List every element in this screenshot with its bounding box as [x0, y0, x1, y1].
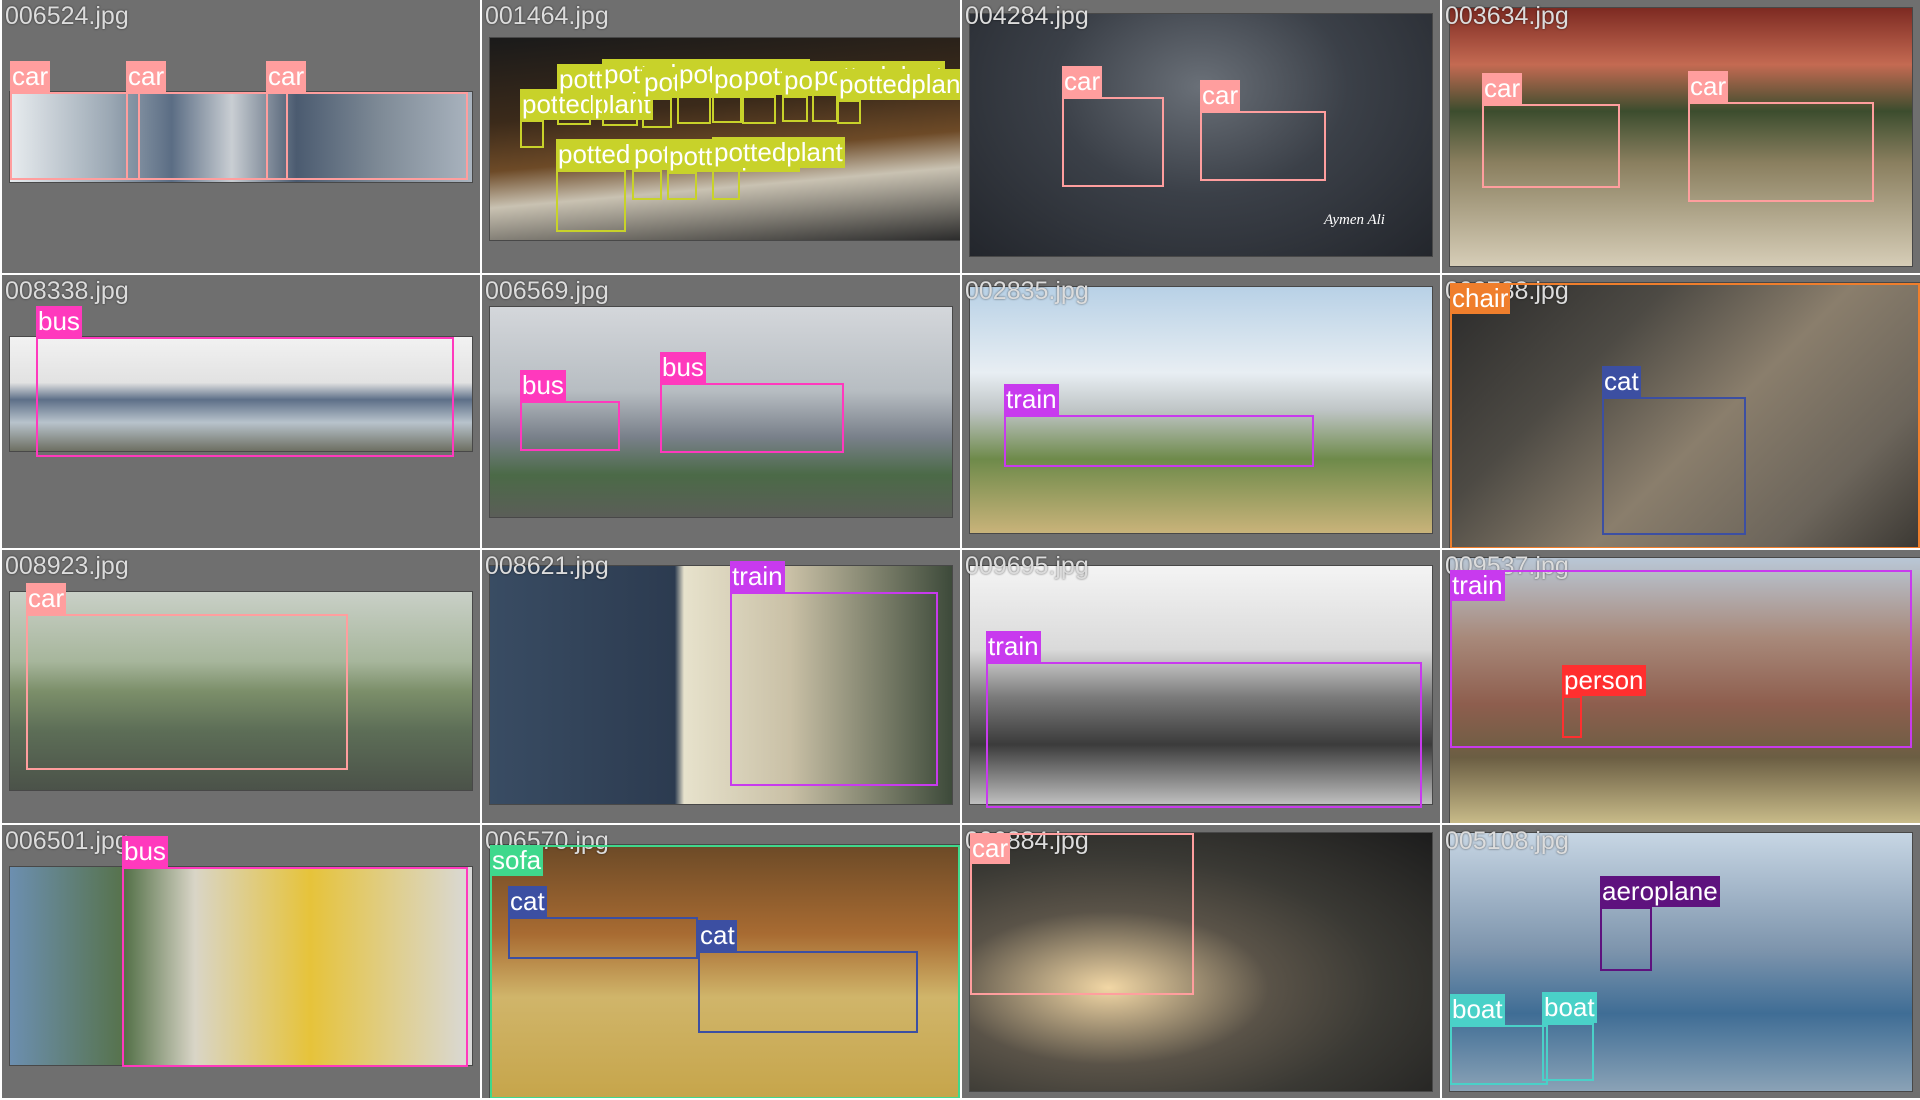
- class-label: aeroplane: [1600, 876, 1720, 907]
- class-label: train: [1450, 570, 1505, 601]
- result-tile: 005108.jpg aeroplane boat boat: [1442, 825, 1920, 1098]
- class-label: car: [126, 61, 167, 92]
- bounding-box-person: person: [1562, 665, 1646, 738]
- class-label: car: [1482, 73, 1523, 104]
- class-label: car: [26, 583, 67, 614]
- bounding-box-car: car: [1200, 80, 1326, 181]
- image-filename: 003634.jpg: [1445, 2, 1569, 30]
- class-label: chair: [1450, 283, 1511, 314]
- class-label: person: [1562, 665, 1646, 696]
- class-label: car: [1062, 66, 1103, 97]
- bounding-box-pottedplant: pottedplant: [602, 59, 735, 126]
- image-filename: 001464.jpg: [485, 2, 609, 30]
- result-tile: 006884.jpg car: [962, 825, 1440, 1098]
- bounding-box-cat: cat: [1602, 366, 1746, 535]
- bounding-box-cat: cat: [698, 920, 918, 1033]
- bounding-box-car: car: [26, 583, 348, 770]
- result-tile: 003634.jpg car car: [1442, 0, 1920, 273]
- bounding-box-bus: bus: [36, 306, 454, 457]
- image-filename: 005108.jpg: [1445, 827, 1569, 855]
- bounding-box-pottedplant: pottedplant: [837, 69, 960, 124]
- image-filename: 006524.jpg: [5, 2, 129, 30]
- class-label: boat: [1450, 994, 1505, 1025]
- result-tile: 008338.jpg bus: [2, 275, 480, 548]
- class-label: car: [1688, 71, 1729, 102]
- bounding-box-car: car: [970, 833, 1194, 995]
- image-filename: 008923.jpg: [5, 552, 129, 580]
- bounding-box-bus: bus: [520, 370, 620, 451]
- bounding-box-train: train: [986, 631, 1422, 808]
- bounding-box-train: train: [1450, 570, 1912, 748]
- result-tile: 001464.jpg pottedplant pottedplant pottedpl…: [482, 0, 960, 273]
- bounding-box-car: car: [10, 61, 140, 180]
- bounding-box-pottedplant: pottedplant: [712, 64, 845, 123]
- class-label: pottedplant: [712, 137, 845, 168]
- bounding-box-cat: cat: [508, 886, 698, 959]
- image-filename: 009695.jpg: [965, 552, 1089, 580]
- class-label: pottedplant: [837, 69, 960, 100]
- bounding-box-car: car: [1482, 73, 1620, 188]
- result-tile: 006569.jpg bus bus: [482, 275, 960, 548]
- class-label: train: [730, 561, 785, 592]
- bounding-box-pottedplant: pottedplant: [520, 89, 653, 148]
- result-tile: 009537.jpg train person: [1442, 550, 1920, 823]
- class-label: train: [1004, 384, 1059, 415]
- class-label: car: [970, 833, 1011, 864]
- result-tile: 003788.jpgchaircat: [1442, 275, 1920, 548]
- result-tile: 008621.jpg train: [482, 550, 960, 823]
- image-filename: 002835.jpg: [965, 277, 1089, 305]
- result-tile: 009695.jpg train: [962, 550, 1440, 823]
- bounding-box-pottedplant: pottedplant: [742, 61, 875, 124]
- class-label: bus: [520, 370, 566, 401]
- result-tile: 006524.jpg car car car: [2, 0, 480, 273]
- class-label: car: [10, 61, 51, 92]
- bounding-box-pottedplant: pottedplant: [632, 139, 765, 200]
- bounding-box-pottedplant: pottedplant: [556, 139, 689, 232]
- class-label: bus: [660, 352, 706, 383]
- bounding-box-aeroplane: aeroplane: [1600, 876, 1720, 971]
- class-label: sofa: [490, 845, 544, 876]
- image-filename: 008338.jpg: [5, 277, 129, 305]
- bounding-box-pottedplant: pottedplant: [812, 61, 945, 122]
- class-label: car: [266, 61, 307, 92]
- class-label: bus: [36, 306, 82, 337]
- result-tile: Aymen Ali 004284.jpg car car: [962, 0, 1440, 273]
- class-label: train: [986, 631, 1041, 662]
- class-label: boat: [1542, 992, 1597, 1023]
- result-tile: 006501.jpg bus: [2, 825, 480, 1098]
- bounding-box-pottedplant: pottedplant: [712, 137, 845, 200]
- result-tile: 006570.jpg sofa cat cat: [482, 825, 960, 1098]
- watermark-signature: Aymen Ali: [1324, 212, 1385, 228]
- bounding-box-car: car: [126, 61, 288, 180]
- bounding-box-train: train: [1004, 384, 1314, 467]
- bounding-box-bus: bus: [660, 352, 844, 453]
- result-tile: 008923.jpg car: [2, 550, 480, 823]
- image-filename: 006569.jpg: [485, 277, 609, 305]
- bounding-box-pottedplant: pottedplant: [642, 67, 775, 128]
- image-filename: 006501.jpg: [5, 827, 129, 855]
- class-label: cat: [698, 920, 737, 951]
- bounding-box-pottedplant: pottedplant: [667, 141, 800, 200]
- bounding-box-car: car: [1688, 71, 1874, 202]
- class-label: cat: [508, 886, 547, 917]
- detection-results-grid: 006524.jpg car car car 001464.jpg pottedplant…: [0, 0, 1920, 1100]
- bounding-box-bus: bus: [122, 836, 468, 1067]
- bounding-box-pottedplant: pottedplant: [782, 65, 915, 122]
- class-label: car: [1200, 80, 1241, 111]
- bounding-box-car: car: [1062, 66, 1164, 187]
- class-label: bus: [122, 836, 168, 867]
- image-filename: 008621.jpg: [485, 552, 609, 580]
- bounding-box-boat: boat: [1450, 994, 1548, 1085]
- result-tile: 002835.jpg train: [962, 275, 1440, 548]
- class-label: cat: [1602, 366, 1641, 397]
- bounding-box-pottedplant: pottedplant: [677, 59, 810, 124]
- bounding-box-train: train: [730, 561, 938, 786]
- image-filename: 004284.jpg: [965, 2, 1089, 30]
- bounding-box-boat: boat: [1542, 992, 1597, 1081]
- bounding-box-pottedplant: pottedplant: [557, 64, 690, 125]
- bounding-box-car: car: [266, 61, 468, 180]
